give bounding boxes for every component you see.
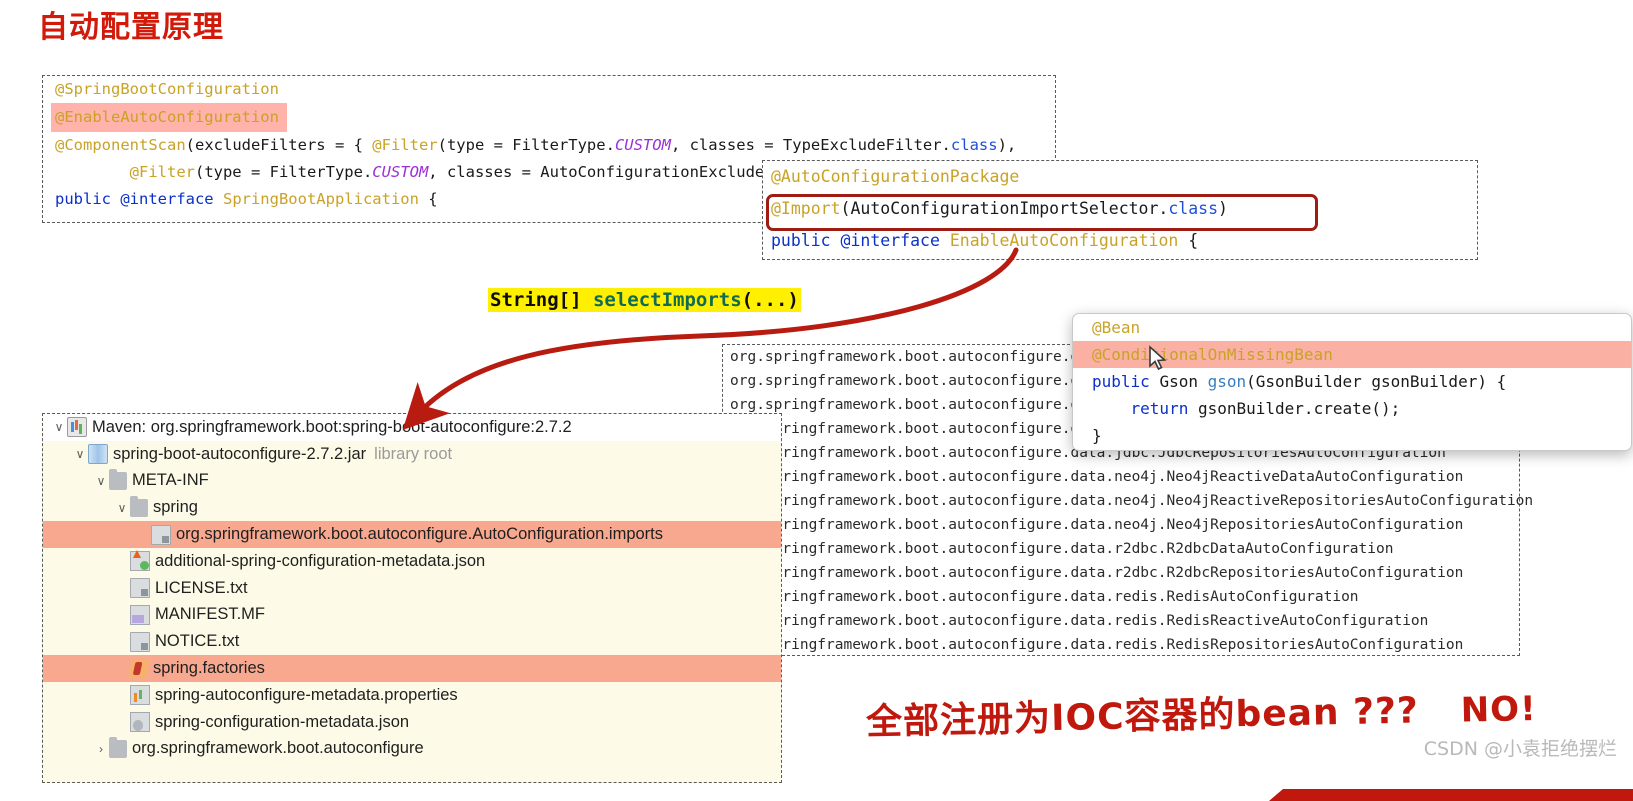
tree-row-label: spring-autoconfigure-metadata.properties xyxy=(155,685,458,704)
code-line: public @interface EnableAutoConfiguratio… xyxy=(771,231,1199,250)
tree-row-label: spring-boot-autoconfigure-2.7.2.jar xyxy=(113,444,367,463)
chevron-down-icon[interactable]: ∨ xyxy=(114,501,130,515)
json-arrow-icon xyxy=(130,550,150,572)
import-entry[interactable]: org.springframework.boot.autoconfigure.d… xyxy=(723,585,1519,609)
gson-code-line: } xyxy=(1092,426,1102,445)
file-icon xyxy=(130,578,150,599)
properties-icon xyxy=(130,685,150,706)
select-imports-label: String[] selectImports(...) xyxy=(488,288,801,312)
file-icon xyxy=(151,524,171,545)
enableautoconfiguration-code-panel: @AutoConfigurationPackage @Import(AutoCo… xyxy=(762,160,1478,260)
page-title: 自动配置原理 xyxy=(38,10,224,45)
folder-icon xyxy=(109,736,127,758)
tree-row[interactable]: spring-configuration-metadata.json xyxy=(43,709,781,736)
tree-row-suffix: library root xyxy=(374,444,453,463)
manifest-icon xyxy=(130,604,150,625)
folder-icon xyxy=(130,495,148,517)
tree-row-label: spring xyxy=(153,498,198,517)
handwriting-text: 全部注册为IOC容器的bean ??? xyxy=(865,690,1420,744)
maven-icon xyxy=(67,417,87,438)
import-entry[interactable]: org.springframework.boot.autoconfigure.d… xyxy=(723,561,1519,585)
file-icon xyxy=(130,631,150,652)
tree-row-label: LICENSE.txt xyxy=(155,578,248,597)
mouse-cursor-icon xyxy=(1149,345,1167,371)
bottom-red-bar xyxy=(1269,789,1633,801)
gson-code-line: return gsonBuilder.create(); xyxy=(1092,399,1401,418)
tree-row-label: spring-configuration-metadata.json xyxy=(155,712,410,731)
maven-library-tree-panel[interactable]: ∨ Maven: org.springframework.boot:spring-… xyxy=(42,413,782,783)
tree-row-label: org.springframework.boot.autoconfigure.A… xyxy=(176,525,664,544)
tree-row-label: org.springframework.boot.autoconfigure xyxy=(132,739,424,758)
code-line-enableautoconfiguration: @EnableAutoConfiguration xyxy=(43,103,1055,132)
enableautoconfiguration-highlight: @EnableAutoConfiguration xyxy=(51,103,287,132)
tree-row[interactable]: ∨ META-INF xyxy=(43,468,781,495)
tree-row[interactable]: spring-autoconfigure-metadata.properties xyxy=(43,682,781,709)
tree-row[interactable]: additional-spring-configuration-metadata… xyxy=(43,548,781,575)
chevron-down-icon[interactable]: ∨ xyxy=(72,447,88,461)
import-entry[interactable]: org.springframework.boot.autoconfigure.d… xyxy=(723,609,1519,633)
code-line: @SpringBootConfiguration xyxy=(55,80,279,98)
factories-icon xyxy=(128,659,150,678)
tree-row[interactable]: LICENSE.txt xyxy=(43,575,781,602)
chevron-down-icon[interactable]: ∨ xyxy=(93,474,109,488)
gson-autoconfiguration-popup: @Bean @ConditionalOnMissingBean public Gso… xyxy=(1072,313,1632,451)
code-line: @AutoConfigurationPackage xyxy=(771,167,1020,186)
folder-icon xyxy=(109,468,127,490)
import-entry[interactable]: org.springframework.boot.autoconfigure.d… xyxy=(723,633,1519,657)
import-entry[interactable]: org.springframework.boot.autoconfigure.d… xyxy=(723,465,1519,489)
import-entry[interactable]: org.springframework.boot.autoconfigure.d… xyxy=(723,513,1519,537)
chevron-down-icon[interactable]: ∨ xyxy=(51,420,67,434)
tree-row-label: META-INF xyxy=(132,471,209,490)
tree-row-label: Maven: org.springframework.boot:spring-b… xyxy=(92,417,572,436)
csdn-watermark: CSDN @小袁拒绝摆烂 xyxy=(1423,738,1617,760)
tree-row[interactable]: ∨ Maven: org.springframework.boot:spring-… xyxy=(43,414,781,441)
tree-row-label: NOTICE.txt xyxy=(155,632,240,651)
tree-row-label: additional-spring-configuration-metadata… xyxy=(155,551,486,570)
code-line-import: @Import(AutoConfigurationImportSelector.… xyxy=(771,199,1228,218)
tree-row[interactable]: NOTICE.txt xyxy=(43,628,781,655)
chevron-right-icon[interactable]: › xyxy=(93,742,109,756)
tree-row-label: spring.factories xyxy=(153,659,265,678)
tree-row-label: MANIFEST.MF xyxy=(155,605,265,624)
gson-code-line: @Bean xyxy=(1092,318,1141,337)
json-icon xyxy=(130,712,150,733)
jar-icon xyxy=(88,444,108,465)
code-line: @ComponentScan(excludeFilters = { @Filte… xyxy=(55,136,1017,154)
handwriting-no-text: NO! xyxy=(1460,688,1538,731)
tree-row[interactable]: MANIFEST.MF xyxy=(43,602,781,629)
tree-row[interactable]: org.springframework.boot.autoconfigure.A… xyxy=(43,521,781,548)
import-entry[interactable]: org.springframework.boot.autoconfigure.d… xyxy=(723,537,1519,561)
tree-row[interactable]: › org.springframework.boot.autoconfigure xyxy=(43,736,781,763)
import-entry[interactable]: org.springframework.boot.autoconfigure.d… xyxy=(723,489,1533,513)
tree-row[interactable]: ∨ spring-boot-autoconfigure-2.7.2.jar libr… xyxy=(43,441,781,468)
tree-row[interactable]: spring.factories xyxy=(43,655,781,682)
tree-row[interactable]: ∨ spring xyxy=(43,494,781,521)
